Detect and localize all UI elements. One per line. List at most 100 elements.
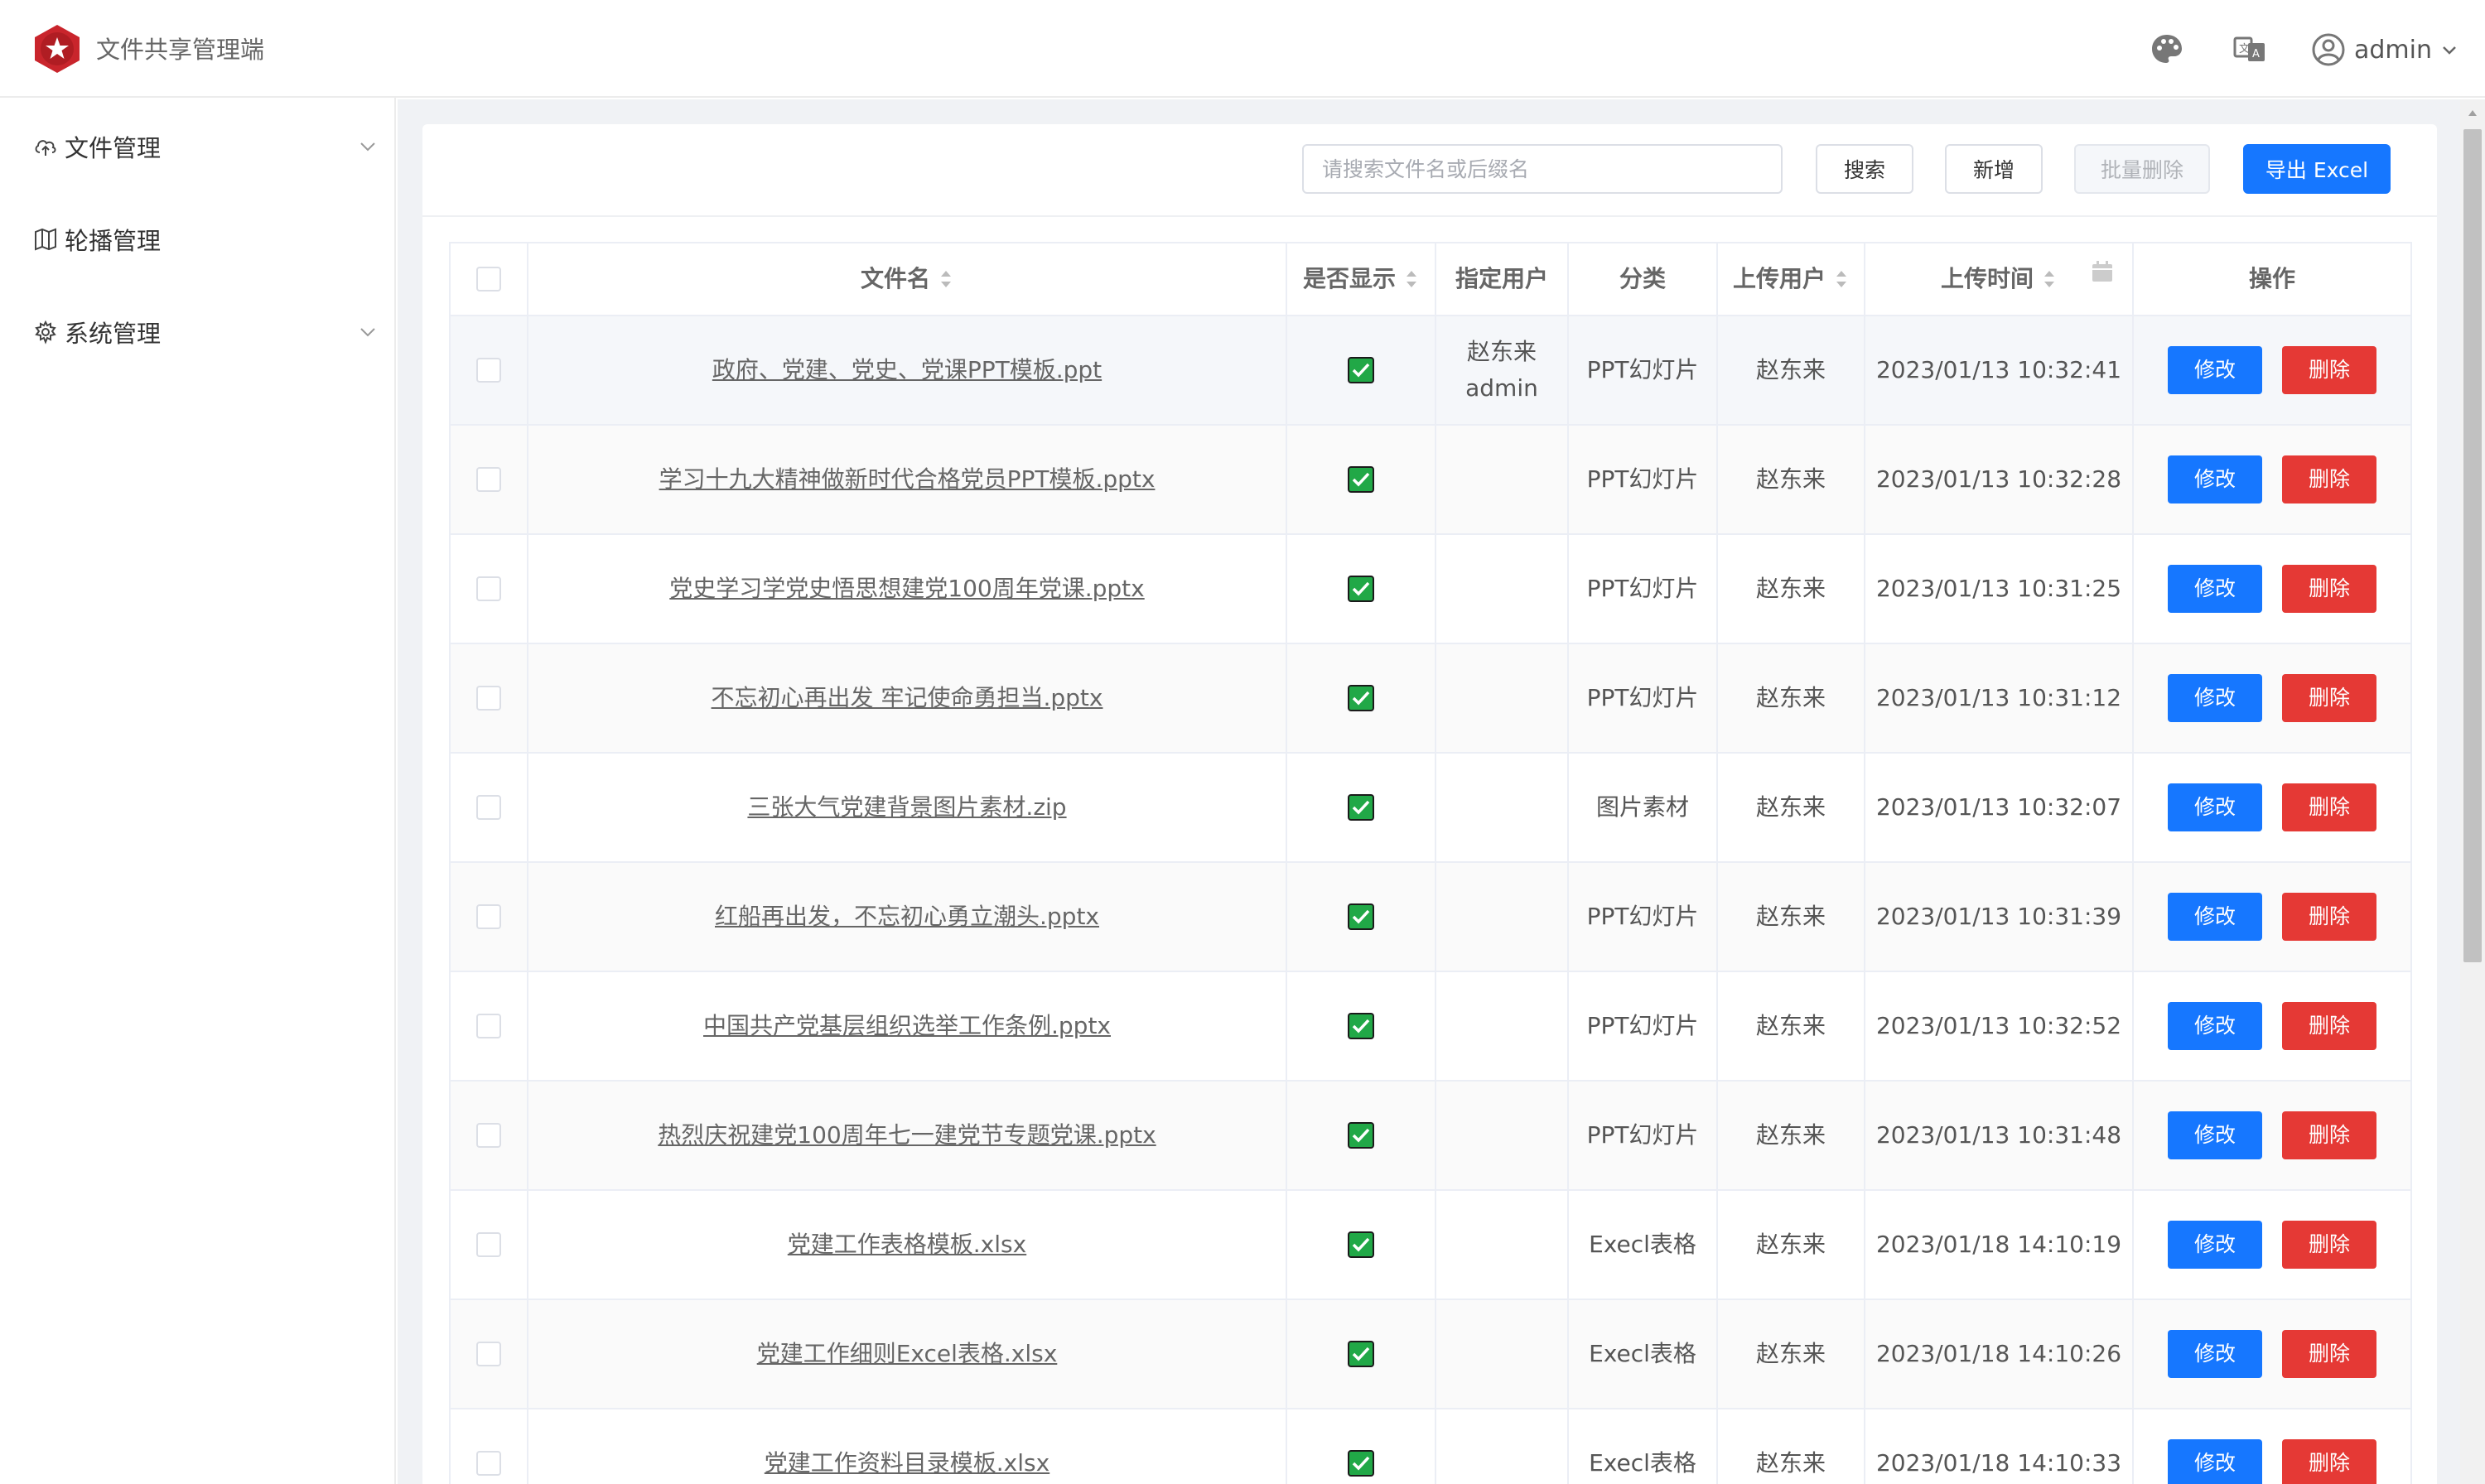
- assigned-user-cell: [1436, 1191, 1569, 1298]
- delete-button[interactable]: 删除: [2282, 1111, 2376, 1159]
- assigned-user-cell: [1436, 1409, 1569, 1484]
- row-checkbox[interactable]: [476, 686, 501, 711]
- operations-cell: 修改 删除: [2134, 1191, 2410, 1298]
- row-checkbox[interactable]: [476, 467, 501, 492]
- file-name-link[interactable]: 三张大气党建背景图片素材.zip: [747, 789, 1066, 826]
- checked-checkbox-icon[interactable]: [1348, 1231, 1374, 1258]
- file-name-link[interactable]: 党建工作表格模板.xlsx: [788, 1226, 1026, 1263]
- upload-time-cell: 2023/01/13 10:31:25: [1865, 535, 2134, 643]
- header-upload-time[interactable]: 上传时间: [1865, 243, 2134, 315]
- sidebar-item-file-management[interactable]: 文件管理: [0, 101, 396, 192]
- edit-button[interactable]: 修改: [2168, 1002, 2262, 1050]
- header-file-name[interactable]: 文件名: [528, 243, 1287, 315]
- uploader-text: 赵东来: [1755, 903, 1826, 930]
- scrollbar-thumb[interactable]: [2463, 129, 2482, 962]
- checked-checkbox-icon[interactable]: [1348, 1450, 1374, 1477]
- svg-text:A: A: [2252, 48, 2260, 60]
- sort-icon[interactable]: [1404, 267, 1419, 291]
- checked-checkbox-icon[interactable]: [1348, 1013, 1374, 1039]
- checked-checkbox-icon[interactable]: [1348, 466, 1374, 493]
- delete-button[interactable]: 删除: [2282, 1002, 2376, 1050]
- file-name-link[interactable]: 不忘初心再出发 牢记使命勇担当.pptx: [712, 680, 1103, 716]
- user-menu[interactable]: admin: [2311, 28, 2458, 71]
- edit-button[interactable]: 修改: [2168, 893, 2262, 941]
- file-name-link[interactable]: 中国共产党基层组织选举工作条例.pptx: [703, 1008, 1111, 1044]
- add-button[interactable]: 新增: [1945, 144, 2043, 194]
- row-checkbox[interactable]: [476, 1451, 501, 1476]
- assigned-user-cell: [1436, 754, 1569, 861]
- sidebar-item-system-management[interactable]: 系统管理: [0, 287, 396, 378]
- header-show[interactable]: 是否显示: [1287, 243, 1436, 315]
- row-checkbox[interactable]: [476, 1014, 501, 1038]
- file-name-link[interactable]: 党建工作资料目录模板.xlsx: [765, 1445, 1049, 1482]
- edit-button[interactable]: 修改: [2168, 1221, 2262, 1269]
- edit-button[interactable]: 修改: [2168, 455, 2262, 504]
- file-name-link[interactable]: 政府、党建、党史、党课PPT模板.ppt: [712, 352, 1102, 388]
- checked-checkbox-icon[interactable]: [1348, 1122, 1374, 1149]
- checked-checkbox-icon[interactable]: [1348, 685, 1374, 711]
- delete-button[interactable]: 删除: [2282, 1330, 2376, 1378]
- delete-button[interactable]: 删除: [2282, 893, 2376, 941]
- edit-button[interactable]: 修改: [2168, 346, 2262, 394]
- file-name-link[interactable]: 党史学习学党史悟思想建党100周年党课.pptx: [669, 571, 1144, 607]
- row-checkbox[interactable]: [476, 576, 501, 601]
- edit-button[interactable]: 修改: [2168, 674, 2262, 722]
- sort-icon[interactable]: [1834, 267, 1849, 291]
- edit-button[interactable]: 修改: [2168, 1330, 2262, 1378]
- delete-button[interactable]: 删除: [2282, 1221, 2376, 1269]
- search-input[interactable]: [1302, 144, 1783, 194]
- category-text: PPT幻灯片: [1586, 1121, 1699, 1149]
- operations-cell: 修改 删除: [2134, 316, 2410, 424]
- checked-checkbox-icon[interactable]: [1348, 576, 1374, 602]
- row-checkbox[interactable]: [476, 1342, 501, 1366]
- row-checkbox[interactable]: [476, 1232, 501, 1257]
- operations-cell: 修改 删除: [2134, 863, 2410, 971]
- batch-delete-button[interactable]: 批量删除: [2074, 144, 2210, 194]
- header-label: 上传用户: [1732, 265, 1826, 292]
- show-cell: [1287, 535, 1436, 643]
- edit-button[interactable]: 修改: [2168, 565, 2262, 613]
- row-checkbox[interactable]: [476, 358, 501, 383]
- select-all-checkbox[interactable]: [476, 267, 501, 292]
- sidebar-item-carousel-management[interactable]: 轮播管理: [0, 194, 396, 285]
- search-button[interactable]: 搜索: [1816, 144, 1913, 194]
- upload-time-cell: 2023/01/13 10:31:39: [1865, 863, 2134, 971]
- upload-time-text: 2023/01/13 10:31:25: [1875, 575, 2122, 602]
- sort-icon[interactable]: [2042, 267, 2057, 291]
- export-excel-button[interactable]: 导出 Excel: [2243, 144, 2391, 194]
- delete-button[interactable]: 删除: [2282, 455, 2376, 504]
- palette-icon[interactable]: [2149, 31, 2185, 68]
- category-cell: PPT幻灯片: [1569, 1082, 1718, 1189]
- row-checkbox[interactable]: [476, 1123, 501, 1148]
- checked-checkbox-icon[interactable]: [1348, 357, 1374, 383]
- delete-button[interactable]: 删除: [2282, 783, 2376, 831]
- file-name-link[interactable]: 学习十九大精神做新时代合格党员PPT模板.pptx: [659, 461, 1156, 498]
- edit-button[interactable]: 修改: [2168, 1439, 2262, 1484]
- delete-button[interactable]: 删除: [2282, 674, 2376, 722]
- page-scrollbar[interactable]: [2460, 99, 2485, 1484]
- calendar-icon[interactable]: [2091, 260, 2114, 283]
- edit-button[interactable]: 修改: [2168, 1111, 2262, 1159]
- upload-time-cell: 2023/01/18 14:10:26: [1865, 1300, 2134, 1408]
- assigned-user-cell: [1436, 1300, 1569, 1408]
- file-name-link[interactable]: 党建工作细则Excel表格.xlsx: [757, 1336, 1058, 1372]
- checked-checkbox-icon[interactable]: [1348, 903, 1374, 930]
- category-text: Execl表格: [1589, 1449, 1696, 1477]
- delete-button[interactable]: 删除: [2282, 1439, 2376, 1484]
- row-checkbox[interactable]: [476, 795, 501, 820]
- translate-icon[interactable]: 文 A: [2232, 31, 2268, 68]
- sort-icon[interactable]: [939, 267, 953, 291]
- header-uploader[interactable]: 上传用户: [1718, 243, 1865, 315]
- row-checkbox[interactable]: [476, 904, 501, 929]
- category-cell: PPT幻灯片: [1569, 535, 1718, 643]
- file-name-link[interactable]: 热烈庆祝建党100周年七一建党节专题党课.pptx: [658, 1117, 1156, 1154]
- checked-checkbox-icon[interactable]: [1348, 794, 1374, 821]
- scroll-up-arrow-icon[interactable]: [2467, 108, 2478, 119]
- file-name-cell: 党建工作表格模板.xlsx: [528, 1191, 1287, 1298]
- delete-button[interactable]: 删除: [2282, 565, 2376, 613]
- checked-checkbox-icon[interactable]: [1348, 1341, 1374, 1367]
- edit-button[interactable]: 修改: [2168, 783, 2262, 831]
- file-name-cell: 党史学习学党史悟思想建党100周年党课.pptx: [528, 535, 1287, 643]
- delete-button[interactable]: 删除: [2282, 346, 2376, 394]
- file-name-link[interactable]: 红船再出发，不忘初心勇立潮头.pptx: [715, 899, 1099, 935]
